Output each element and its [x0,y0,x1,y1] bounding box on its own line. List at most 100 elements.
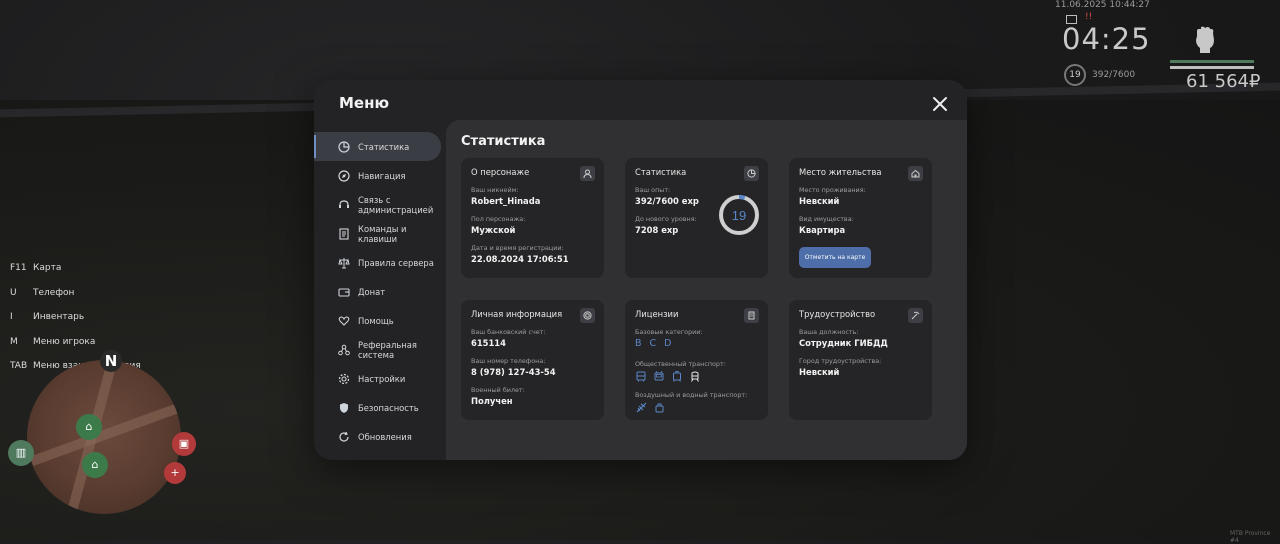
nav-item-rules[interactable]: Правила сервера [314,248,446,277]
place-label: Место проживания: [799,186,866,194]
nav-item-help[interactable]: Помощь [314,306,446,335]
keybind-key: F11 [10,263,27,273]
player-menu-modal: Меню Статистика Навигация Связь с админи… [314,80,967,460]
keybind-row: U Телефон [10,288,141,313]
phone-label: Ваш номер телефона: [471,357,546,365]
card-title: Личная информация [471,309,563,319]
card-title: Лицензии [635,309,679,319]
mark-on-map-button[interactable]: Отметить на карте [799,247,871,268]
plane-icon [635,401,647,413]
character-card: О персонаже Ваш никнейм: Robert_Hinada П… [461,158,604,278]
residence-card: Место жительства Место проживания: Невск… [789,158,932,278]
card-title: Место жительства [799,167,882,177]
close-icon[interactable] [930,94,950,114]
bank-value: 615114 [471,338,506,348]
nav-item-commands[interactable]: Команды и клавиши [314,219,446,248]
nav-label: Настройки [358,373,406,384]
military-label: Военный билет: [471,386,525,394]
pickaxe-icon [908,308,923,323]
chart-pie-icon [338,140,350,153]
nav-label: Правила сервера [358,257,434,268]
card-title: О персонаже [471,167,530,177]
reg-label: Дата и время регистрации: [471,244,564,252]
gender-label: Пол персонажа: [471,215,526,223]
keybind-label: Меню игрока [33,336,96,347]
keybind-label: Инвентарь [33,312,85,323]
public-transport-icons [635,370,701,382]
statistics-card: Статистика Ваш опыт: 392/7600 exp До нов… [625,158,768,278]
nav-item-security[interactable]: Безопасность [314,393,446,422]
nav-label: Реферальная система [358,339,417,360]
nav-label: Навигация [358,170,406,181]
personal-info-card: Личная информация Ваш банковский счет: 6… [461,300,604,420]
gear-icon [338,373,350,385]
license-icon [744,308,759,323]
train-icon [689,370,701,382]
keybind-key: TAB [10,361,28,372]
nav-label: Связь с администрацией [358,194,434,215]
nav-item-navigation[interactable]: Навигация [314,161,446,190]
nick-value: Robert_Hinada [471,196,541,206]
hud-armor-bar [1170,66,1254,69]
work-city-label: Город трудоустройства: [799,357,882,365]
air-water-icons [635,401,665,413]
minimap[interactable] [27,360,181,514]
license-category: C [649,338,657,349]
panel-title: Статистика [461,134,546,149]
gender-value: Мужской [471,225,516,235]
card-title: Трудоустройство [799,309,876,319]
hospital-icon: + [164,462,186,484]
refresh-icon [338,431,350,443]
license-categories: BCD [635,338,680,349]
watermark: MTB Province #4 [1230,530,1271,544]
card-title: Статистика [635,167,687,177]
boat-icon [653,401,665,413]
tram-icon [671,370,683,382]
statistics-panel: Статистика О персонаже Ваш никнейм: Robe… [446,120,967,460]
nav-item-updates[interactable]: Обновления [314,422,446,451]
nav-label: Донат [358,286,386,297]
user-icon [580,166,595,181]
property-value: Квартира [799,225,846,235]
house-icon: ⌂ [76,414,102,440]
basic-categories-label: Базовые категории: [635,328,703,336]
wallet-icon [338,286,350,298]
nav-label: Помощь [358,315,394,326]
keybind-row: I Инвентарь [10,312,141,337]
headset-icon [338,199,350,211]
exp-label: Ваш опыт: [635,186,671,194]
bus-stop-icon: ▣ [172,432,196,456]
license-category: D [664,338,672,349]
hud-notification: !! [1085,12,1093,22]
nav-label: Команды и клавиши [358,223,407,244]
nav-item-donate[interactable]: Донат [314,277,446,306]
bank-label: Ваш банковский счет: [471,328,546,336]
position-label: Ваша должность: [799,328,859,336]
menu-sidebar: Статистика Навигация Связь с администрац… [314,132,446,451]
nav-item-statistics[interactable]: Статистика [314,132,441,161]
license-category: B [635,338,642,349]
keybind-key: U [10,287,17,298]
keybind-row: F11 Карта [10,263,141,288]
reg-value: 22.08.2024 17:06:51 [471,254,569,264]
keybind-key: I [10,312,13,323]
fist-icon [1192,26,1218,58]
shield-icon [338,402,350,414]
hud-level-badge: 19 [1064,64,1086,86]
nav-item-settings[interactable]: Настройки [314,364,446,393]
nav-label: Статистика [358,141,410,152]
next-level-label: До нового уровня: [635,215,697,223]
level-number: 19 [732,208,746,223]
nav-item-referral[interactable]: Реферальная система [314,335,446,364]
nav-item-admin-contact[interactable]: Связь с администрацией [314,190,446,219]
employment-card: Трудоустройство Ваша должность: Сотрудни… [789,300,932,420]
trolleybus-icon [653,370,665,382]
hud-time: 04:25 [1062,22,1151,56]
level-progress-ring: 19 [719,195,759,235]
keybind-label: Карта [33,263,62,273]
exp-value: 392/7600 exp [635,196,699,206]
bank-icon: ▥ [8,440,34,466]
property-label: Вид имущества: [799,215,854,223]
house-icon: ⌂ [82,452,108,478]
keybind-key: M [10,336,18,347]
